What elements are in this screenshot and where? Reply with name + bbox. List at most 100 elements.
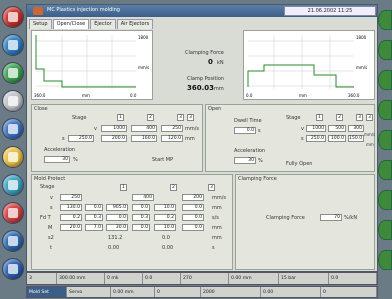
tab-ejector[interactable]: Ejector [90,19,116,29]
monitor-button[interactable] [2,174,24,196]
mold-fdt-2[interactable]: 0.3 [85,214,103,221]
right-nav-button-2[interactable] [378,40,392,60]
close-stage-3[interactable]: 3 [177,114,184,121]
right-nav-button-7[interactable] [378,190,392,210]
close-stage-count[interactable]: 3 [187,114,194,121]
open-v-1[interactable]: 1000 [306,125,326,132]
mold-s-5[interactable]: 10.0 [154,204,176,211]
close-s-3[interactable]: 120.0 [161,135,183,142]
info-button[interactable] [2,34,24,56]
mold-stage-2[interactable]: 2 [170,184,177,191]
close-acc-field[interactable]: 30 [44,156,70,163]
close-v-1[interactable]: 1000 [101,125,127,132]
close-stage-2[interactable]: 2 [147,114,154,121]
setup-button[interactable] [2,62,24,84]
clamping-force-value: 0 [208,58,213,66]
open-s-3[interactable]: 150.0 [348,135,364,142]
close-v-3[interactable]: 250 [161,125,183,132]
close-s-1[interactable]: 200.0 [101,135,127,142]
open-v-unit: mm/s [364,132,376,137]
mold-m-3[interactable]: 30.0 [106,224,128,231]
close-s-first[interactable]: 250.0 [68,135,94,142]
open-s-1[interactable]: 250.0 [306,135,326,142]
mold-stage-3[interactable]: 3 [208,184,215,191]
mold-m-2[interactable]: 7.0 [85,224,103,231]
dwell-time-field[interactable]: 0.0 [234,127,256,134]
tab-bar: Setup Open/Close Ejector Air Ejectors [29,19,154,29]
mold-s-2[interactable]: 0.0 [85,204,103,211]
close-s-label: s [62,136,65,142]
mold-row-s-label: s [50,205,53,211]
mold-v-3[interactable]: 200 [182,194,204,201]
app-title: MC Plastics injection molding [47,7,120,13]
thermometer-icon [8,152,18,162]
injection-button[interactable] [2,118,24,140]
close-s-2[interactable]: 160.0 [131,135,157,142]
open-v-3[interactable]: 300 [348,125,364,132]
mold-row-m-label: M [48,225,53,231]
open-s-2[interactable]: 100.0 [328,135,346,142]
close-v-2[interactable]: 400 [131,125,157,132]
tools-button[interactable] [2,258,24,280]
right-nav-button-9[interactable] [378,250,392,270]
mold-fdt-3[interactable]: 0.0 [106,214,128,221]
open-stage-3[interactable]: 3 [356,114,363,121]
alarm-button[interactable] [2,6,24,28]
mode-mold-set[interactable]: Mold Set [27,287,67,297]
mold-s-1[interactable]: 130.0 [60,204,82,211]
status-cell-5: 270 [181,273,229,284]
mold-v-unit: mm/s [212,195,227,201]
open-stage-2[interactable]: 2 [336,114,343,121]
open-acc-field[interactable]: 30 [234,157,256,164]
hydraulic-button[interactable] [2,202,24,224]
mold-m-5[interactable]: 10.0 [154,224,176,231]
mode-servo[interactable]: Servo [67,287,111,297]
close-acc-unit: % [73,157,78,163]
mold-m-6[interactable]: 0.0 [182,224,204,231]
mold-button[interactable] [2,90,24,112]
mold-s-3[interactable]: 905.0 [106,204,128,211]
open-profile-plot: 1800 mm/s 0.0 mm 360.0 [246,35,367,98]
open-stage-1[interactable]: 1 [316,114,323,121]
open-v-label: v [301,126,304,132]
mold-icon [8,96,18,106]
tab-open-close[interactable]: Open/Close [52,19,90,29]
right-nav-button-8[interactable] [378,220,392,240]
mold-v-2[interactable]: 400 [132,194,154,201]
open-stage-count[interactable]: 3 [366,114,373,121]
screw-icon [8,124,18,134]
close-profile-graph: 1800 mm/s 360.0 mm 0.0 [31,30,153,100]
mold-fdt-1[interactable]: 0.2 [60,214,82,221]
right-nav-button-1[interactable] [378,10,392,30]
mold-fdt-5[interactable]: 0.2 [154,214,176,221]
mold-s2-1: 131.2 [108,235,123,241]
mold-m-1[interactable]: 20.0 [60,224,82,231]
mold-s-6[interactable]: 0.0 [182,204,204,211]
graph-left-ymax: 1800 [138,35,149,40]
mold-m-4[interactable]: 0.0 [132,224,150,231]
mold-fdt-6[interactable]: 0.0 [182,214,204,221]
close-stage-1[interactable]: 1 [117,114,124,121]
right-nav-button-3[interactable] [378,70,392,90]
mold-s2-unit: mm [212,235,222,241]
right-nav-button-4[interactable] [378,100,392,120]
right-nav-button-5[interactable] [378,130,392,150]
tab-setup[interactable]: Setup [29,19,52,29]
graph-left-xmax: 0.0 [130,93,137,98]
mold-stage-1[interactable]: 1 [120,184,127,191]
status-bar-bottom: Mold Set Servo 0.00 mm 0 2000 0.00 0 [26,286,378,298]
right-nav-button-6[interactable] [378,160,392,180]
open-panel: Open Stage 1 2 3 3 Dwell Time 0.0 s v 10… [205,104,375,172]
open-v-2[interactable]: 500 [328,125,346,132]
mold-fdt-4[interactable]: 0.3 [132,214,150,221]
tab-air-ejectors[interactable]: Air Ejectors [116,19,154,29]
close-stage-label: Stage [72,115,87,121]
open-profile-graph: 1800 mm/s 0.0 mm 360.0 [243,30,375,100]
clamping-force-field[interactable]: 70 [320,214,342,221]
quality-button[interactable] [2,230,24,252]
clamp-position-unit: mm [214,86,224,92]
mold-s-4[interactable]: 0.0 [132,204,150,211]
status-cell-7: 15 bar [279,273,329,284]
temperature-button[interactable] [2,146,24,168]
mold-v-1[interactable]: 250 [60,194,82,201]
